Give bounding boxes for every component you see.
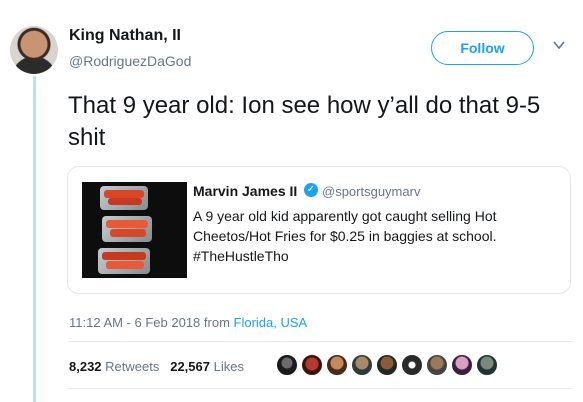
tweet-text: That 9 year old: Ion see how y’all do th… [68,92,541,151]
follow-button[interactable]: Follow [431,31,534,65]
divider [68,341,573,342]
timestamp-text[interactable]: 11:12 AM - 6 Feb 2018 from [69,315,230,330]
likes-count: 22,567 [170,359,210,374]
author-handle[interactable]: @RodriguezDaGod [69,53,191,69]
liker-avatar[interactable] [426,354,448,376]
liker-avatar[interactable] [476,354,498,376]
author-name[interactable]: King Nathan, II [69,27,181,45]
liker-avatar[interactable] [376,354,398,376]
retweets-stat[interactable]: 8,232 Retweets [69,359,159,374]
quoted-tweet-text: A 9 year old kid apparently got caught s… [193,208,497,264]
liker-avatar[interactable] [326,354,348,376]
likes-label: Likes [213,359,244,374]
liker-avatar[interactable] [451,354,473,376]
tweet-stats: 8,232 Retweets 22,567 Likes [69,359,244,374]
tweet-timestamp: 11:12 AM - 6 Feb 2018 from Florida, USA [69,315,307,330]
likes-stat[interactable]: 22,567 Likes [170,359,244,374]
thread-line [33,76,36,402]
quoted-author-name[interactable]: Marvin James II [193,183,297,199]
divider [68,388,573,389]
retweets-label: Retweets [105,359,160,374]
quoted-tweet-image[interactable] [82,182,187,278]
quoted-author-handle[interactable]: @sportsguymarv [322,184,420,199]
author-avatar[interactable] [10,26,58,74]
liker-avatar[interactable] [401,354,423,376]
retweets-count: 8,232 [69,359,102,374]
verified-badge-icon: ✓ [304,183,318,197]
chevron-down-icon[interactable] [553,40,565,50]
liker-avatar[interactable] [301,354,323,376]
liker-avatar[interactable] [351,354,373,376]
location-link[interactable]: Florida, USA [234,315,308,330]
liker-avatar[interactable] [276,354,298,376]
